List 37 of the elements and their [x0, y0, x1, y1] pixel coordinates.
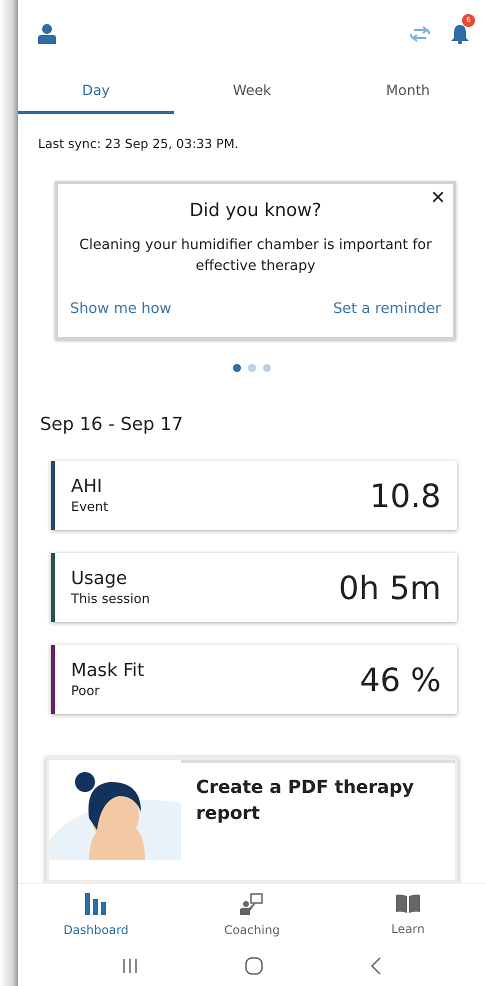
metric-caption: This session: [71, 592, 151, 608]
metric-card[interactable]: Mask Fit Poor 46 %: [51, 645, 457, 714]
metric-name: Mask Fit: [71, 660, 146, 682]
recent-apps-icon[interactable]: [122, 958, 138, 974]
carousel-dot[interactable]: [233, 364, 241, 372]
period-tab[interactable]: Day: [18, 67, 174, 114]
nav-tab[interactable]: Learn: [330, 884, 486, 946]
metric-card[interactable]: Usage This session 0h 5m: [51, 553, 457, 622]
tip-link[interactable]: Set a reminder: [333, 301, 441, 318]
tip-text: Cleaning your humidifier chamber is important for effective therapy: [78, 236, 433, 276]
nav-tab[interactable]: Coaching: [174, 884, 330, 946]
home-icon[interactable]: [244, 957, 263, 975]
metric-card[interactable]: AHI Event 10.8: [51, 461, 457, 530]
close-button[interactable]: ×: [430, 186, 445, 210]
metric-name: Usage: [71, 568, 128, 590]
date-range: Sep 16 - Sep 17: [40, 414, 184, 436]
carousel-dot[interactable]: [263, 364, 271, 372]
last-sync-text: Last sync: 23 Sep 25, 03:33 PM.: [38, 136, 240, 152]
metric-caption: Event: [71, 500, 110, 516]
bell-icon[interactable]: [450, 22, 470, 45]
period-tab[interactable]: Week: [174, 67, 330, 114]
metric-value: 46 %: [360, 660, 442, 699]
metric-caption: Poor: [71, 684, 101, 700]
tip-title: Did you know?: [188, 200, 322, 222]
carousel-dot[interactable]: [248, 364, 256, 372]
book-icon: [396, 894, 420, 914]
metric-value: 0h 5m: [338, 568, 442, 607]
promo-title: Create a PDF therapy report: [181, 760, 455, 880]
profile-icon[interactable]: [37, 22, 57, 45]
back-icon[interactable]: [370, 957, 382, 975]
metric-value: 10.8: [370, 476, 442, 515]
period-tab[interactable]: Month: [330, 67, 486, 114]
metric-name: AHI: [71, 476, 104, 498]
presenter-icon: [240, 893, 264, 915]
nav-tab[interactable]: Dashboard: [18, 884, 174, 946]
bar-chart-icon: [85, 893, 107, 915]
tip-link[interactable]: Show me how: [70, 301, 172, 318]
